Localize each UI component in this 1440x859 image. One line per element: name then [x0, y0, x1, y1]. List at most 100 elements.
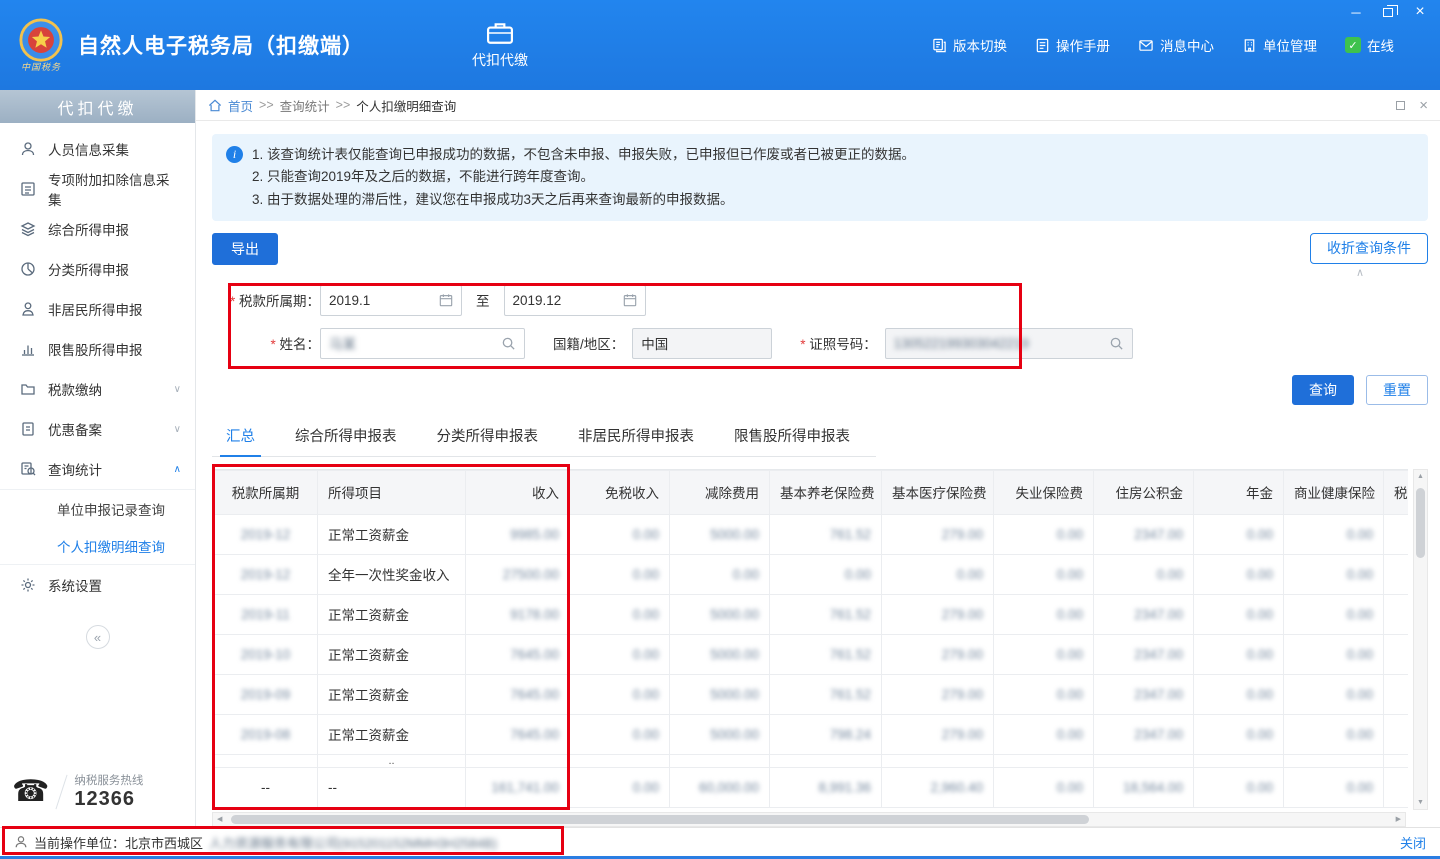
col-income-item: 所得项目 — [318, 470, 466, 514]
col-deduction: 减除费用 — [670, 470, 770, 514]
form-row-period: 税款所属期： 2019.1 至 2019.12 — [212, 285, 1428, 316]
breadcrumb-section: 查询统计 — [280, 96, 330, 115]
sidebar-item-personnel-info[interactable]: 人员信息采集 — [0, 129, 195, 169]
id-number-input[interactable]: 130522199303042219 — [885, 328, 1133, 359]
export-button[interactable]: 导出 — [212, 233, 278, 265]
col-pension: 基本养老保险费 — [770, 470, 882, 514]
tab-nonresident-income[interactable]: 非居民所得申报表 — [564, 419, 708, 456]
bar-chart-icon — [20, 341, 36, 357]
tab-restricted-shares[interactable]: 限售股所得申报表 — [720, 419, 864, 456]
sidebar-item-classified-income[interactable]: 分类所得申报 — [0, 249, 195, 289]
current-unit-blurred-value: 人力资源服务有限公司(915201152MMH3H2584B) — [209, 833, 497, 852]
sidebar-subitem-unit-declaration-query[interactable]: 单位申报记录查询 — [0, 490, 195, 527]
col-income: 收入 — [466, 470, 570, 514]
nationality-input[interactable]: 中国 — [632, 328, 772, 359]
sidebar-item-label: 分类所得申报 — [48, 259, 129, 279]
query-button[interactable]: 查询 — [1292, 375, 1354, 405]
person-icon — [20, 141, 36, 157]
scroll-down-icon[interactable]: ▼ — [1417, 799, 1424, 806]
online-status[interactable]: ✓ 在线 — [1345, 35, 1394, 55]
body-row: 代扣代缴 人员信息采集 专项附加扣除信息采集 综合所得申报 分类所得申报 — [0, 90, 1440, 827]
horizontal-scrollbar[interactable]: ◀ ▶ — [212, 812, 1406, 827]
sidebar-item-label: 优惠备案 — [48, 419, 102, 439]
app-header: ─ × 中国税务 自然人电子税务局（扣缴端） 代扣代缴 — [0, 0, 1440, 90]
sidebar-item-restricted-shares[interactable]: 限售股所得申报 — [0, 329, 195, 369]
scroll-up-icon[interactable]: ▲ — [1417, 473, 1424, 480]
sidebar-item-label: 专项附加扣除信息采集 — [48, 169, 181, 209]
sidebar-item-query-statistics[interactable]: 查询统计 ∧ — [0, 449, 195, 489]
sidebar-item-comprehensive-income[interactable]: 综合所得申报 — [0, 209, 195, 249]
minimize-icon[interactable]: ─ — [1348, 5, 1364, 19]
sidebar-item-system-settings[interactable]: 系统设置 — [0, 565, 195, 605]
panel-restore-icon[interactable] — [1396, 101, 1405, 110]
app-window: ─ × 中国税务 自然人电子税务局（扣缴端） 代扣代缴 — [0, 0, 1440, 859]
header-tab-daikoudaijiao[interactable]: 代扣代缴 — [472, 21, 528, 70]
sidebar-subitem-personal-withholding-detail-query[interactable]: 个人扣缴明细查询 — [0, 527, 195, 564]
search-report-icon — [20, 461, 36, 477]
hotline-divider — [56, 774, 68, 809]
sidebar-item-nonresident-income[interactable]: 非居民所得申报 — [0, 289, 195, 329]
reset-button[interactable]: 重置 — [1366, 375, 1428, 405]
table-clip: 税款所属期 所得项目 收入 免税收入 减除费用 基本养老保险费 基本医疗保险费 … — [212, 469, 1408, 808]
phone-icon: ☎ — [12, 777, 49, 807]
period-to-input[interactable]: 2019.12 — [504, 285, 646, 316]
collapse-query-button[interactable]: 收折查询条件 — [1310, 233, 1428, 264]
form-list-icon — [20, 181, 36, 197]
toolbar: 导出 收折查询条件 ∧ — [212, 233, 1428, 265]
calendar-icon[interactable] — [439, 293, 453, 307]
version-switch-link[interactable]: 版本切换 — [932, 35, 1007, 55]
notice-line-1: 1. 该查询统计表仅能查询已申报成功的数据，不包含未申报、申报失败，已申报但已作… — [252, 144, 1414, 166]
sidebar-item-preferential-filing[interactable]: 优惠备案 ∨ — [0, 409, 195, 449]
horizontal-scrollbar-thumb[interactable] — [231, 815, 1089, 824]
caret-up-icon[interactable]: ∧ — [1356, 266, 1364, 279]
name-label: 姓名： — [212, 333, 320, 353]
tab-summary[interactable]: 汇总 — [212, 419, 269, 456]
close-icon[interactable]: × — [1412, 5, 1428, 19]
subitem-label: 单位申报记录查询 — [57, 499, 165, 519]
header-links: 版本切换 操作手册 消息中心 单位管理 ✓ 在线 — [932, 35, 1394, 55]
app-logo: 中国税务 — [18, 17, 64, 73]
vertical-scrollbar-thumb[interactable] — [1416, 488, 1425, 558]
app-title: 自然人电子税务局（扣缴端） — [78, 30, 364, 60]
sidebar-collapse-button[interactable]: « — [86, 625, 110, 649]
name-input[interactable]: 马某 — [320, 328, 525, 359]
window-controls: ─ × — [1348, 5, 1428, 19]
breadcrumb-home-link[interactable]: 首页 — [228, 96, 253, 115]
col-commercial-health: 商业健康保险 — [1284, 470, 1384, 514]
period-from-input[interactable]: 2019.1 — [320, 285, 462, 316]
sidebar-item-label: 系统设置 — [48, 575, 102, 595]
hotline: ☎ 纳税服务热线 12366 — [12, 772, 143, 811]
vertical-scrollbar[interactable]: ▲ ▼ — [1413, 469, 1428, 810]
manual-link[interactable]: 操作手册 — [1035, 35, 1110, 55]
folder-icon — [20, 381, 36, 397]
manual-label: 操作手册 — [1056, 35, 1110, 55]
tab-comprehensive-income[interactable]: 综合所得申报表 — [281, 419, 411, 456]
calendar-icon[interactable] — [623, 293, 637, 307]
chevron-down-icon: ∨ — [174, 384, 181, 395]
panel-close-icon[interactable]: × — [1419, 97, 1428, 114]
id-label: 证照号码： — [800, 333, 877, 353]
action-row: 查询 重置 — [212, 375, 1428, 405]
sidebar-item-label: 综合所得申报 — [48, 219, 129, 239]
sidebar-item-special-deduction[interactable]: 专项附加扣除信息采集 — [0, 169, 195, 209]
period-label: 税款所属期： — [212, 290, 320, 310]
name-value: 马某 — [329, 333, 495, 353]
tab-classified-income[interactable]: 分类所得申报表 — [423, 419, 553, 456]
restore-icon[interactable] — [1380, 5, 1396, 19]
form-row-person: 姓名： 马某 国籍/地区： 中国 证照号码： 13052 — [212, 328, 1428, 359]
online-check-icon: ✓ — [1345, 37, 1361, 53]
close-link[interactable]: 关闭 — [1400, 833, 1426, 852]
message-center-link[interactable]: 消息中心 — [1138, 35, 1214, 55]
scroll-left-icon[interactable]: ◀ — [217, 815, 222, 823]
table-row: 2019-10 正常工资薪金 7645.00 0.00 5000.00 761.… — [214, 634, 1409, 674]
org-manage-link[interactable]: 单位管理 — [1242, 35, 1317, 55]
sidebar-item-label: 非居民所得申报 — [48, 299, 143, 319]
scroll-right-icon[interactable]: ▶ — [1396, 815, 1401, 823]
user-icon — [14, 835, 28, 849]
search-icon[interactable] — [501, 336, 516, 351]
sidebar-item-label: 人员信息采集 — [48, 139, 129, 159]
search-icon[interactable] — [1109, 336, 1124, 351]
sidebar-item-tax-payment[interactable]: 税款缴纳 ∨ — [0, 369, 195, 409]
period-from-value: 2019.1 — [329, 293, 433, 308]
person-outline-icon — [20, 301, 36, 317]
